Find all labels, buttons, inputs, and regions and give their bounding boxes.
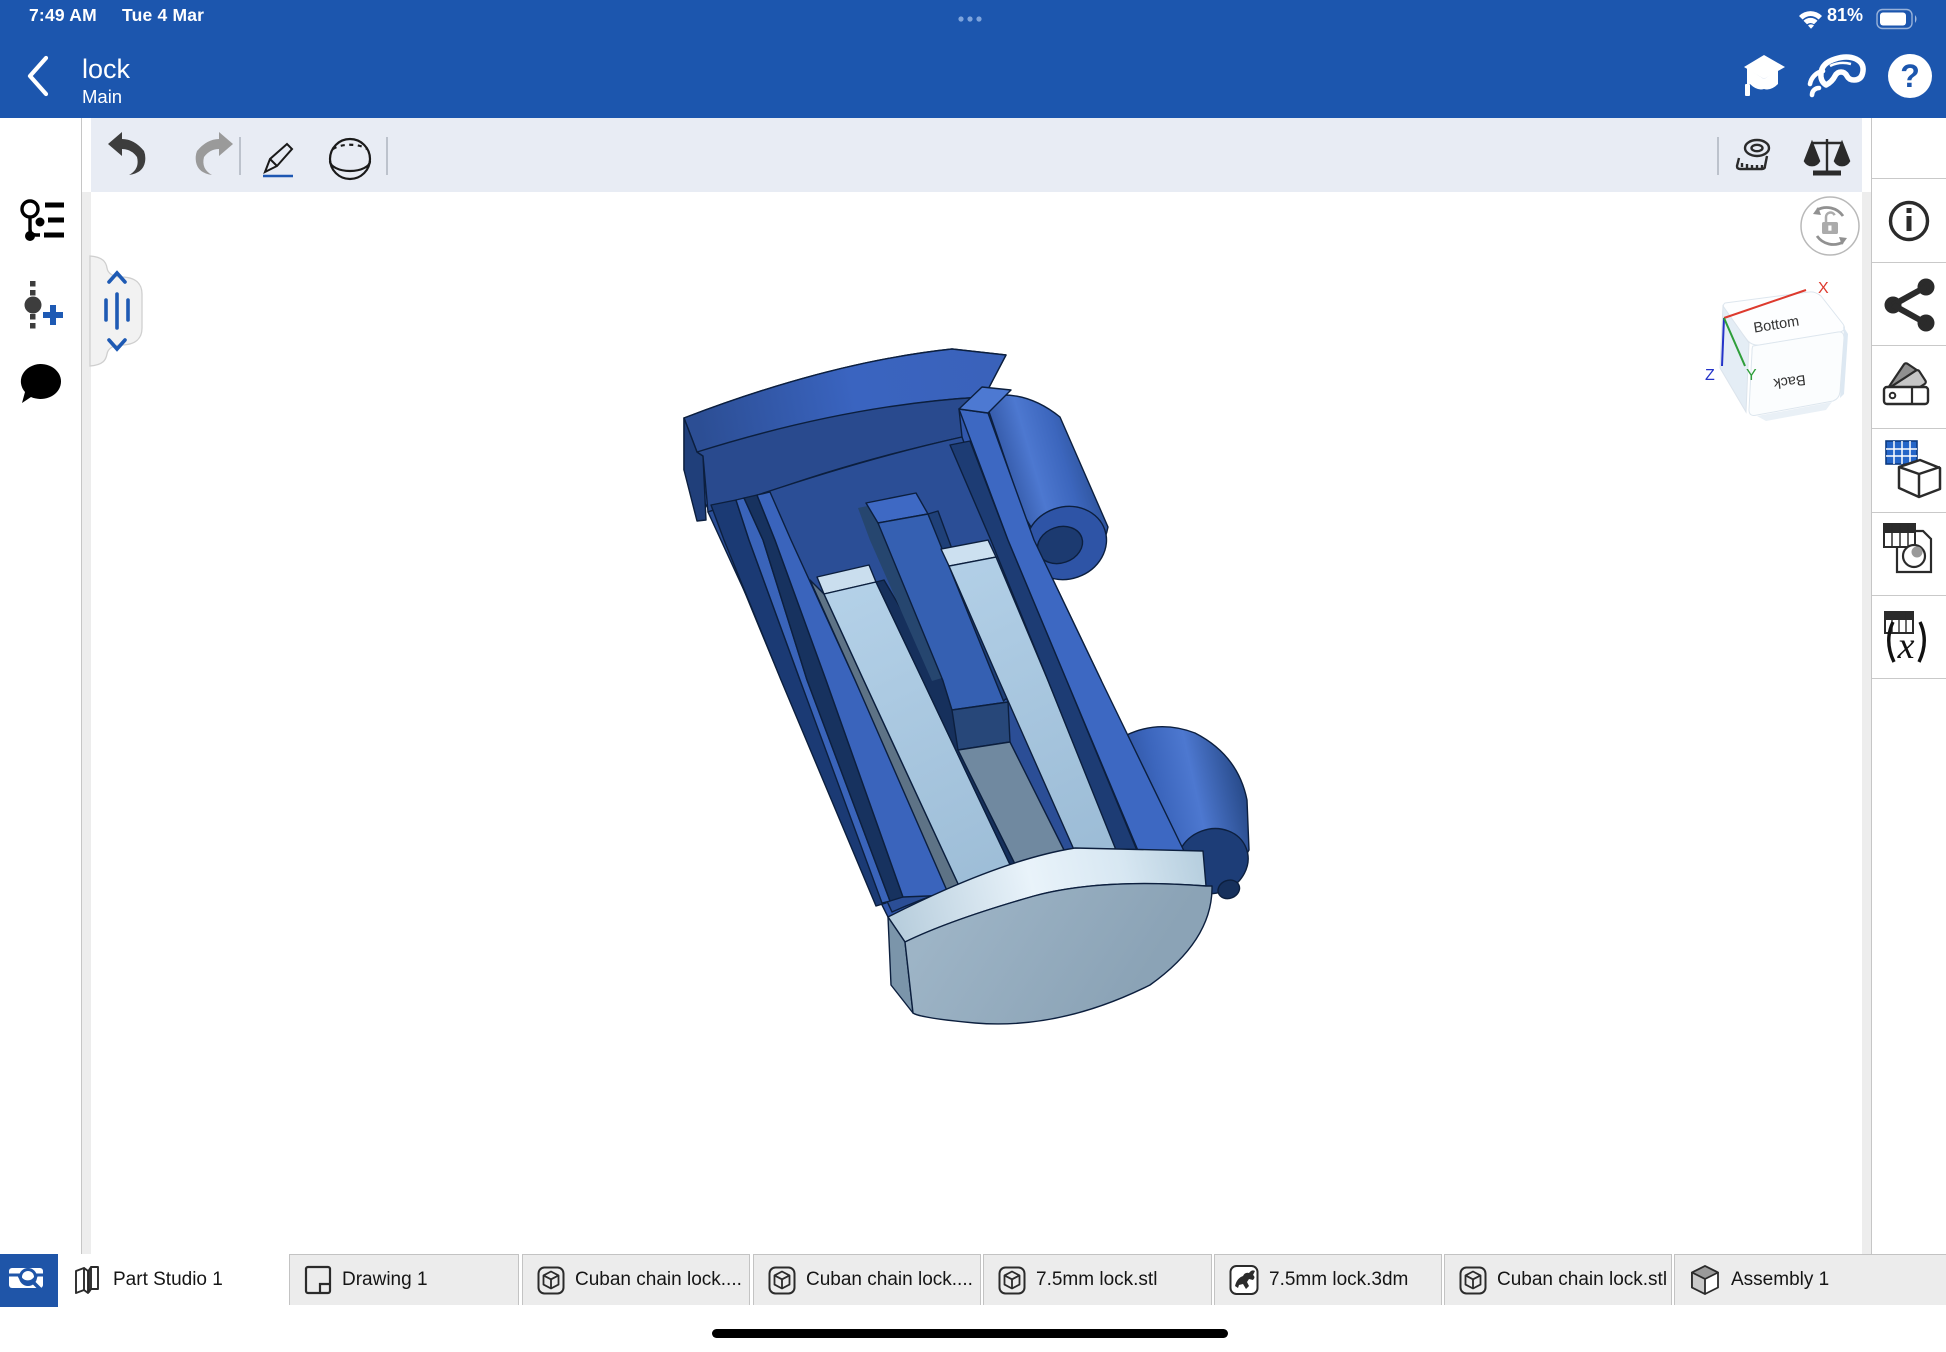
svg-text:Z: Z — [1705, 367, 1715, 384]
svg-text:?: ? — [1900, 58, 1920, 94]
svg-text:x: x — [1897, 625, 1915, 667]
svg-text:X: X — [1818, 280, 1829, 297]
svg-text:Y: Y — [1746, 367, 1757, 384]
